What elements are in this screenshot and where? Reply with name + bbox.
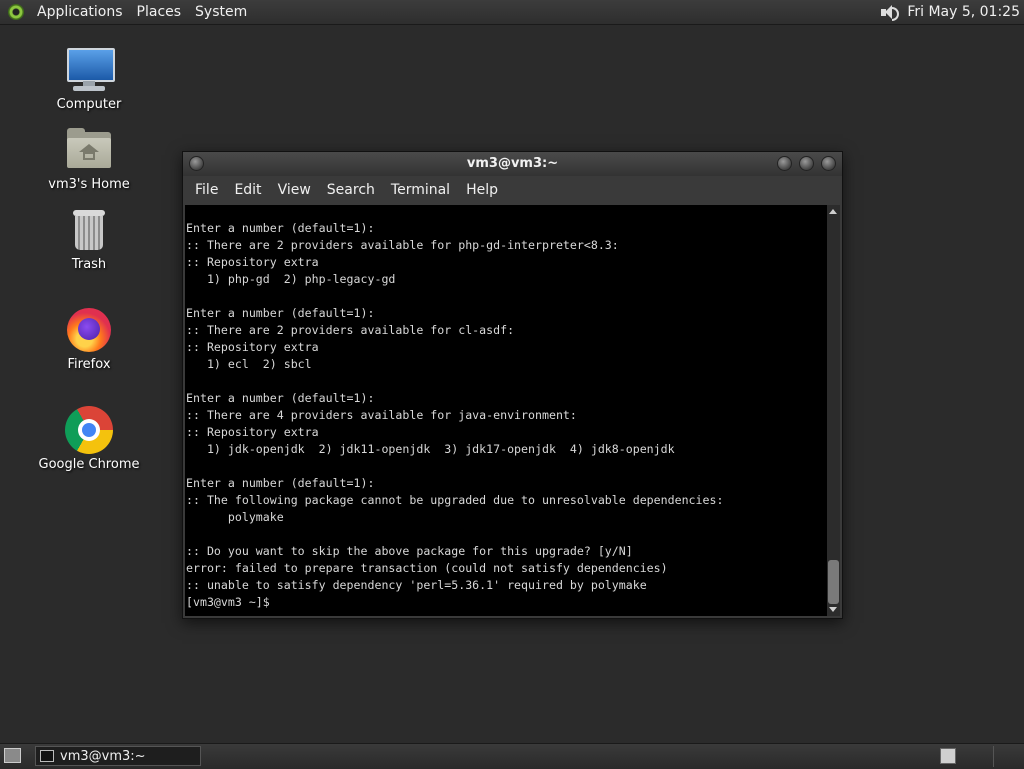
desktop-icon-firefox[interactable]: Firefox xyxy=(34,306,144,372)
desktop-icon-computer[interactable]: Computer xyxy=(34,46,144,112)
desktop-icon-label: Google Chrome xyxy=(38,457,140,472)
terminal-line: :: There are 2 providers available for c… xyxy=(186,323,515,337)
minimize-button[interactable] xyxy=(777,156,792,171)
bottom-panel: vm3@vm3:~ xyxy=(0,743,1024,769)
terminal-icon xyxy=(40,750,54,762)
terminal-line: Enter a number (default=1): xyxy=(186,391,375,405)
scroll-up-arrow-icon[interactable] xyxy=(829,209,837,214)
window-titlebar[interactable]: vm3@vm3:~ xyxy=(183,152,842,176)
desktop-icon-label: vm3's Home xyxy=(48,177,130,192)
terminal-text: Enter a number (default=1)::: There are … xyxy=(185,205,827,611)
terminal-line: :: Repository extra xyxy=(186,425,319,439)
window-menu-button[interactable] xyxy=(189,156,204,171)
terminal-line: :: There are 2 providers available for p… xyxy=(186,238,619,252)
terminal-line: Enter a number (default=1): xyxy=(186,476,375,490)
show-desktop-icon[interactable] xyxy=(4,748,21,763)
menu-search[interactable]: Search xyxy=(319,182,383,198)
home-folder-icon xyxy=(65,126,113,174)
close-button[interactable] xyxy=(821,156,836,171)
terminal-line: :: There are 4 providers available for j… xyxy=(186,408,577,422)
terminal-scrollbar[interactable] xyxy=(827,205,840,616)
workspace-switcher[interactable] xyxy=(940,748,956,764)
terminal-line: polymake xyxy=(186,510,284,524)
terminal-line: :: Repository extra xyxy=(186,340,319,354)
panel-divider xyxy=(993,746,994,767)
desktop-icon-label: Trash xyxy=(71,257,107,272)
terminal-line: 1) jdk-openjdk 2) jdk11-openjdk 3) jdk17… xyxy=(186,442,675,456)
scrollbar-thumb[interactable] xyxy=(828,560,839,604)
terminal-line: :: Repository extra xyxy=(186,255,319,269)
terminal-line: Enter a number (default=1): xyxy=(186,221,375,235)
terminal-line: :: The following package cannot be upgra… xyxy=(186,493,724,507)
volume-icon[interactable] xyxy=(879,3,900,21)
desktop-icon-label: Firefox xyxy=(67,357,111,372)
desktop-icon-chrome[interactable]: Google Chrome xyxy=(34,406,144,472)
maximize-button[interactable] xyxy=(799,156,814,171)
chrome-icon xyxy=(65,406,113,454)
system-menu[interactable]: System xyxy=(188,4,254,20)
menu-edit[interactable]: Edit xyxy=(226,182,269,198)
terminal-output[interactable]: Enter a number (default=1)::: There are … xyxy=(185,205,827,616)
menu-help[interactable]: Help xyxy=(458,182,506,198)
terminal-window: vm3@vm3:~ File Edit View Search Terminal… xyxy=(182,151,843,619)
terminal-line: :: unable to satisfy dependency 'perl=5.… xyxy=(186,578,647,592)
terminal-line: error: failed to prepare transaction (co… xyxy=(186,561,668,575)
menu-view[interactable]: View xyxy=(270,182,319,198)
terminal-line: [vm3@vm3 ~]$ xyxy=(186,595,277,609)
applications-menu[interactable]: Applications xyxy=(30,4,130,20)
taskbar-label: vm3@vm3:~ xyxy=(60,748,146,764)
scroll-down-arrow-icon[interactable] xyxy=(829,607,837,612)
trash-icon xyxy=(65,206,113,254)
terminal-line: Enter a number (default=1): xyxy=(186,306,375,320)
distro-logo-icon[interactable] xyxy=(8,4,24,20)
places-menu[interactable]: Places xyxy=(130,4,189,20)
terminal-menubar: File Edit View Search Terminal Help xyxy=(183,176,842,204)
menu-file[interactable]: File xyxy=(187,182,226,198)
terminal-line: 1) php-gd 2) php-legacy-gd xyxy=(186,272,396,286)
taskbar-terminal-button[interactable]: vm3@vm3:~ xyxy=(35,746,201,766)
top-panel: Applications Places System Fri May 5, 01… xyxy=(0,0,1024,25)
desktop-icon-trash[interactable]: Trash xyxy=(34,206,144,272)
menu-terminal[interactable]: Terminal xyxy=(383,182,458,198)
firefox-icon xyxy=(65,306,113,354)
window-title: vm3@vm3:~ xyxy=(466,156,559,171)
desktop-icon-home[interactable]: vm3's Home xyxy=(34,126,144,192)
computer-icon xyxy=(65,46,115,94)
clock[interactable]: Fri May 5, 01:25 xyxy=(907,4,1020,20)
terminal-line: 1) ecl 2) sbcl xyxy=(186,357,312,371)
desktop-icon-label: Computer xyxy=(56,97,122,112)
terminal-line: :: Do you want to skip the above package… xyxy=(186,544,633,558)
